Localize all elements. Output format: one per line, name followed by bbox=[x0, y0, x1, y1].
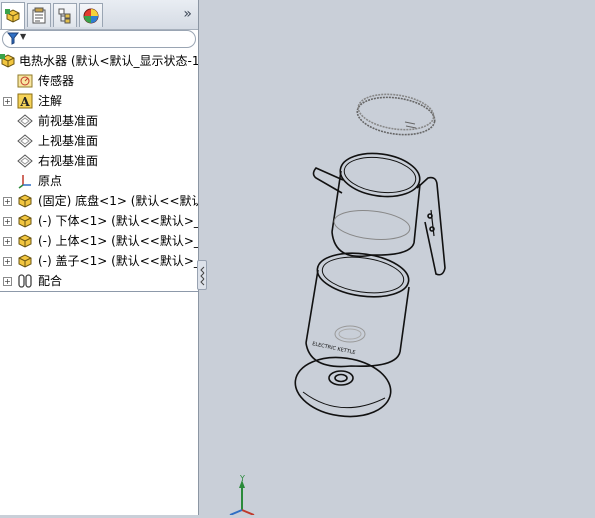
tree-item-label: 配合 bbox=[38, 274, 63, 288]
plane-icon bbox=[17, 114, 33, 128]
part-icon bbox=[18, 234, 32, 248]
tree-item-sensors[interactable]: 传感器 bbox=[0, 71, 198, 91]
tree-item-origin[interactable]: 原点 bbox=[0, 171, 198, 191]
tree-item-label: 注解 bbox=[38, 94, 63, 108]
property-manager-icon bbox=[32, 7, 46, 23]
origin-icon bbox=[18, 175, 31, 189]
tree-item-label: 前视基准面 bbox=[38, 114, 99, 128]
base-label-text: ELECTRIC KETTLE bbox=[312, 341, 356, 356]
panel-divider bbox=[0, 291, 198, 292]
expand-toggle[interactable]: + bbox=[3, 277, 12, 286]
tree-item-label: (-) 下体<1> (默认<<默认>_5 bbox=[38, 214, 198, 228]
tree-item-label: 传感器 bbox=[38, 74, 75, 88]
tree-root-label: 电热水器 (默认<默认_显示状态-1 bbox=[19, 54, 198, 68]
tree-item-component-base[interactable]: + (固定) 底盘<1> (默认<<默认 bbox=[0, 191, 198, 211]
assembly-icon bbox=[0, 54, 15, 68]
tab-display-manager[interactable] bbox=[79, 3, 103, 27]
tab-configuration-manager[interactable] bbox=[53, 3, 77, 27]
part-icon bbox=[18, 214, 32, 228]
panel-tab-bar: » bbox=[0, 0, 198, 30]
part-icon bbox=[18, 194, 32, 208]
configuration-manager-icon bbox=[58, 8, 71, 23]
lid-part[interactable] bbox=[355, 90, 437, 139]
tab-property-manager[interactable] bbox=[27, 3, 51, 27]
tree-filter-box[interactable]: ▼ bbox=[2, 30, 196, 48]
tree-item-annotations[interactable]: + A 注解 bbox=[0, 91, 198, 111]
tree-item-label: 上视基准面 bbox=[38, 134, 99, 148]
feature-tree: 电热水器 (默认<默认_显示状态-1 传感器 + A 注解 前视基准面 上视基准… bbox=[0, 51, 198, 291]
expand-panel-button[interactable]: » bbox=[183, 6, 192, 22]
view-triad: Y bbox=[229, 474, 255, 516]
tree-item-label: (-) 盖子<1> (默认<<默认>_5 bbox=[38, 254, 198, 268]
filter-dropdown-icon[interactable]: ▼ bbox=[20, 32, 26, 41]
part-icon bbox=[18, 254, 32, 268]
filter-icon bbox=[7, 32, 19, 45]
tree-item-component-lower-body[interactable]: + (-) 下体<1> (默认<<默认>_5 bbox=[0, 211, 198, 231]
expand-toggle[interactable]: + bbox=[3, 97, 12, 106]
tree-item-component-upper-body[interactable]: + (-) 上体<1> (默认<<默认>_5 bbox=[0, 231, 198, 251]
svg-text:A: A bbox=[19, 95, 30, 109]
tree-item-top-plane[interactable]: 上视基准面 bbox=[0, 131, 198, 151]
graphics-area[interactable]: ELECTRIC KETTLE Y bbox=[199, 0, 595, 516]
triad-y-label: Y bbox=[239, 474, 245, 483]
plane-icon bbox=[17, 154, 33, 168]
tree-item-label: (-) 上体<1> (默认<<默认>_5 bbox=[38, 234, 198, 248]
expand-toggle[interactable]: + bbox=[3, 237, 12, 246]
feature-manager-panel: » ▼ 电热水器 (默认<默认_显示状态-1 传感器 + A 注解 前视基准面 … bbox=[0, 0, 199, 515]
tree-item-label: (固定) 底盘<1> (默认<<默认 bbox=[38, 194, 198, 208]
tree-item-right-plane[interactable]: 右视基准面 bbox=[0, 151, 198, 171]
sensor-icon bbox=[17, 74, 33, 88]
model-view: ELECTRIC KETTLE Y bbox=[229, 90, 446, 516]
mates-icon bbox=[18, 274, 32, 288]
expand-toggle[interactable]: + bbox=[3, 217, 12, 226]
tree-item-front-plane[interactable]: 前视基准面 bbox=[0, 111, 198, 131]
tree-item-component-lid[interactable]: + (-) 盖子<1> (默认<<默认>_5 bbox=[0, 251, 198, 271]
tree-item-label: 原点 bbox=[38, 174, 63, 188]
display-manager-icon bbox=[83, 8, 99, 23]
tab-feature-manager[interactable] bbox=[1, 2, 25, 29]
feature-manager-icon bbox=[5, 9, 20, 23]
expand-toggle[interactable]: + bbox=[3, 197, 12, 206]
tree-root-assembly[interactable]: 电热水器 (默认<默认_显示状态-1 bbox=[0, 51, 198, 71]
expand-toggle[interactable]: + bbox=[3, 257, 12, 266]
base-part[interactable] bbox=[291, 352, 394, 423]
tree-item-mates[interactable]: + 配合 bbox=[0, 271, 198, 291]
plane-icon bbox=[17, 134, 33, 148]
annotation-icon: A bbox=[17, 93, 33, 109]
tree-item-label: 右视基准面 bbox=[38, 154, 99, 168]
